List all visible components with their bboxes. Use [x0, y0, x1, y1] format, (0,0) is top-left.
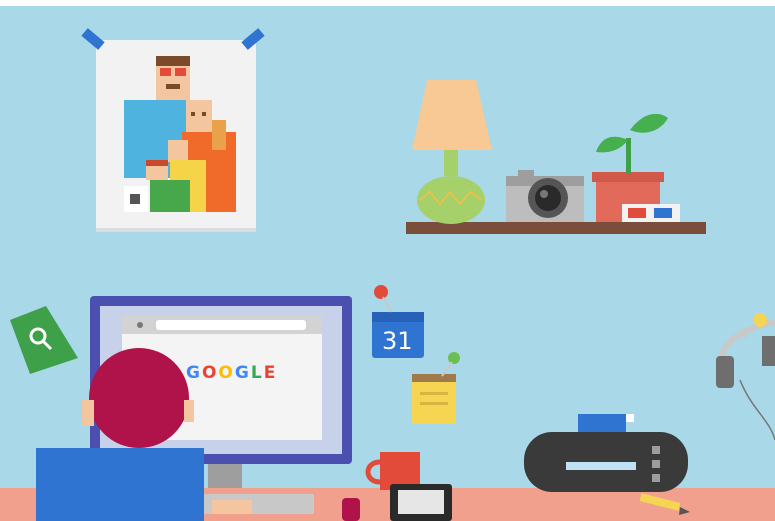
logo-letter: O	[202, 363, 218, 383]
logo-letter: L	[251, 363, 264, 383]
logo-letter: G	[186, 363, 202, 383]
illustration-scene: GOOGLE 31	[0, 0, 775, 521]
logo-letter: G	[235, 363, 251, 383]
family-poster	[81, 28, 265, 232]
desk-figurine	[342, 498, 360, 521]
calendar-day: 31	[382, 327, 413, 355]
tablet-icon	[390, 484, 452, 521]
screen-logo: GOOGLE	[186, 363, 277, 383]
logo-letter: O	[218, 363, 234, 383]
logo-letter: E	[264, 363, 278, 383]
camera-icon	[506, 170, 584, 222]
